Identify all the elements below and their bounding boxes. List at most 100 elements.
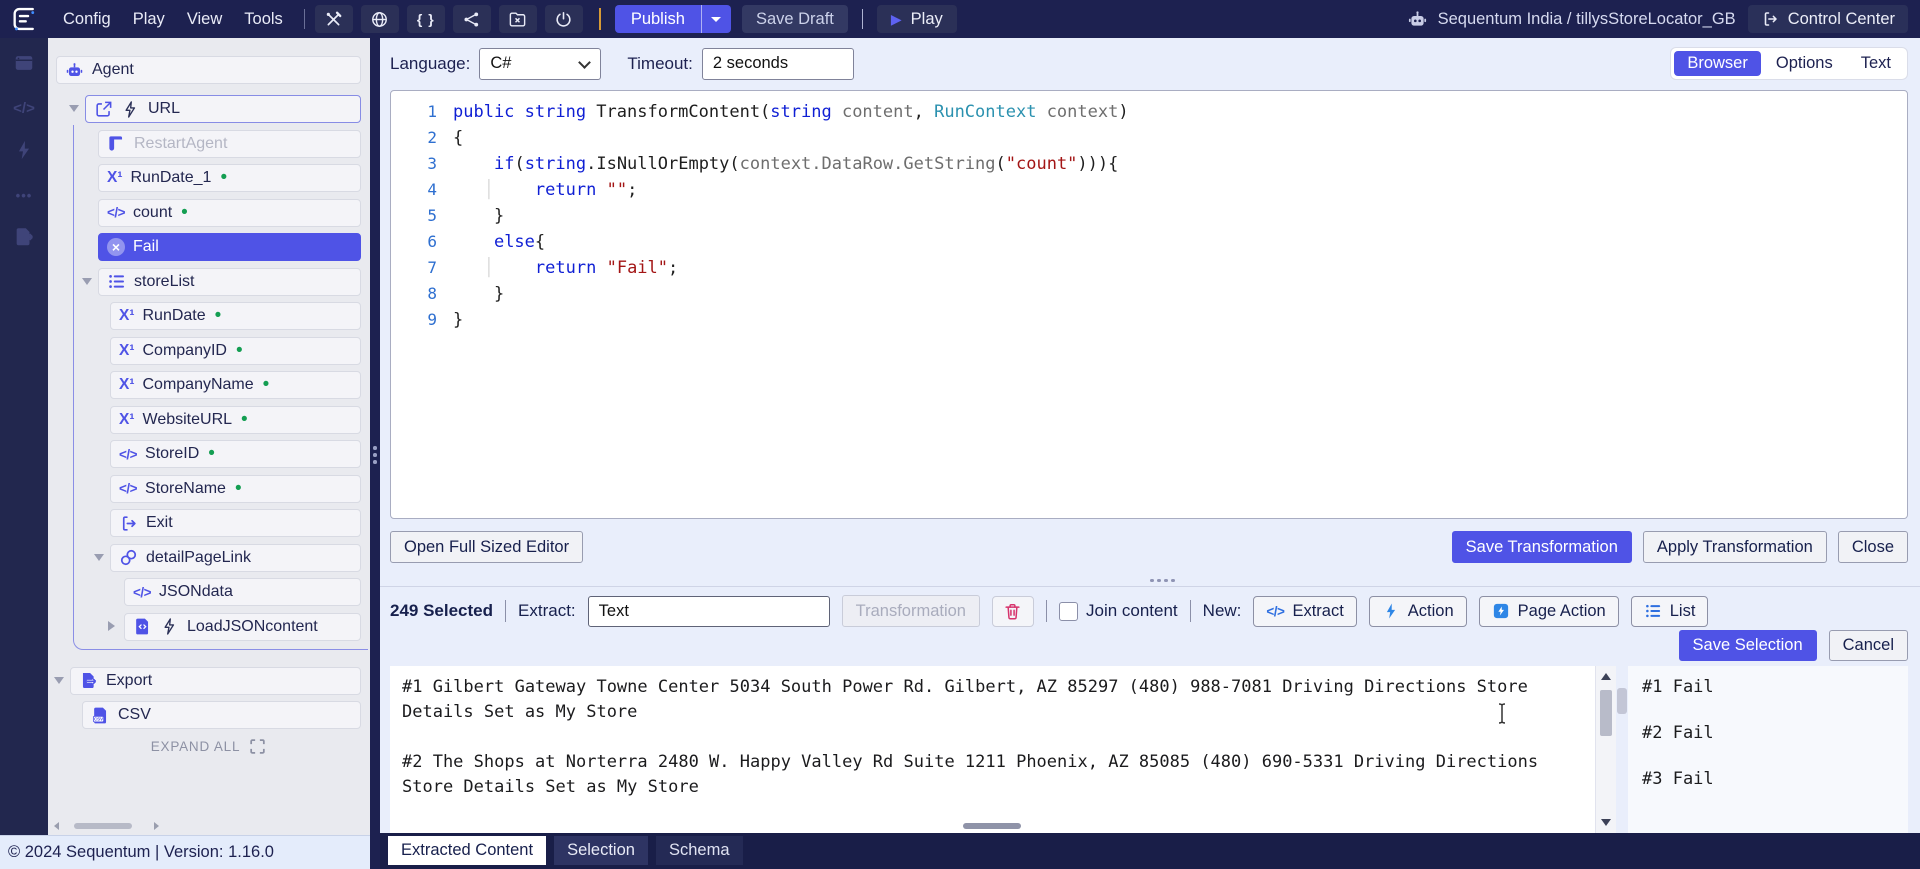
folder-x-icon — [508, 10, 527, 29]
caret-down-icon — [711, 17, 721, 22]
tree-item-label: RestartAgent — [134, 135, 227, 153]
open-full-editor-button[interactable]: Open Full Sized Editor — [390, 531, 583, 563]
view-tab-browser[interactable]: Browser — [1674, 51, 1761, 76]
code-editor[interactable]: 1public string TransformContent(string c… — [390, 90, 1908, 519]
panel-splitter-vertical[interactable] — [370, 38, 380, 869]
folder-x-button[interactable] — [499, 5, 537, 33]
scroll-right-icon[interactable] — [154, 822, 159, 830]
power-button[interactable] — [545, 5, 583, 33]
new-page-action-button[interactable]: Page Action — [1479, 596, 1619, 627]
braces-button[interactable]: { } — [407, 5, 445, 33]
tree-row-RunDate: X¹RunDate• — [110, 302, 361, 330]
tree-item-RunDate[interactable]: X¹RunDate• — [110, 302, 361, 330]
extracted-content-area[interactable]: #1 Gilbert Gateway Towne Center 5034 Sou… — [390, 666, 1595, 833]
tab-extracted-content[interactable]: Extracted Content — [388, 836, 546, 865]
tree-horizontal-scrollbar[interactable] — [50, 820, 364, 832]
tree-item-JSONdata[interactable]: </>JSONdata — [124, 578, 361, 606]
rail-code-rail-icon[interactable]: </> — [13, 100, 35, 118]
configured-dot-icon: • — [215, 311, 222, 321]
divider — [1190, 600, 1191, 622]
tree-item-WebsiteURL[interactable]: X¹WebsiteURL• — [110, 406, 361, 434]
scroll-down-icon[interactable] — [1601, 819, 1611, 826]
menu-tools[interactable]: Tools — [233, 10, 294, 29]
scroll-up-icon[interactable] — [1601, 673, 1611, 680]
rail-window-icon[interactable] — [13, 52, 35, 79]
workflow-button[interactable] — [453, 5, 491, 33]
menu-play[interactable]: Play — [122, 10, 176, 29]
rail-bolt-rail-icon[interactable] — [13, 139, 35, 166]
tree-item-label: CSV — [118, 706, 151, 724]
tools-button[interactable] — [315, 5, 353, 33]
code-line: } — [453, 281, 504, 307]
x1-icon: X¹ — [119, 376, 135, 394]
tree-item-count[interactable]: </>count• — [98, 199, 361, 227]
tree-item-CompanyName[interactable]: X¹CompanyName• — [110, 371, 361, 399]
join-content-checkbox[interactable] — [1059, 602, 1078, 621]
timeout-label: Timeout: — [627, 54, 693, 74]
link-icon — [119, 548, 138, 567]
timeout-input[interactable] — [702, 48, 854, 80]
save-draft-button[interactable]: Save Draft — [742, 5, 848, 33]
delete-button[interactable] — [992, 596, 1034, 627]
cancel-button[interactable]: Cancel — [1829, 630, 1908, 661]
tree-item-storeList[interactable]: storeList — [98, 268, 361, 296]
lightning-icon — [121, 100, 140, 119]
divider-handle[interactable] — [1617, 688, 1627, 714]
tree-item-Agent[interactable]: Agent — [56, 56, 361, 84]
transformation-button[interactable]: Transformation — [842, 595, 980, 627]
publish-dropdown-button[interactable] — [701, 5, 731, 33]
publish-button[interactable]: Publish — [615, 5, 701, 33]
apply-transformation-button[interactable]: Apply Transformation — [1643, 531, 1827, 563]
close-button[interactable]: Close — [1838, 531, 1908, 563]
code-line: { — [453, 125, 463, 151]
expand-all-button[interactable]: EXPAND ALL — [48, 737, 370, 756]
control-center-button[interactable]: Control Center — [1748, 5, 1908, 33]
tree-item-StoreID[interactable]: </>StoreID• — [110, 440, 361, 468]
rail-dots-icon[interactable]: ••• — [16, 187, 33, 205]
new-list-button[interactable]: List — [1631, 596, 1709, 627]
line-number: 6 — [391, 229, 453, 255]
view-tab-text[interactable]: Text — [1848, 51, 1904, 76]
tree-item-RestartAgent[interactable]: RestartAgent — [98, 130, 361, 158]
globe-button[interactable] — [361, 5, 399, 33]
tree-row-Agent: Agent — [56, 56, 361, 84]
language-select[interactable]: C# — [479, 48, 601, 80]
save-transformation-button[interactable]: Save Transformation — [1452, 531, 1632, 563]
tree-item-CSV[interactable]: CSVCSV — [82, 701, 361, 729]
app-logo — [10, 5, 38, 33]
tree-item-StoreName[interactable]: </>StoreName• — [110, 475, 361, 503]
tree-item-CompanyID[interactable]: X¹CompanyID• — [110, 337, 361, 365]
selected-count: 249 Selected — [390, 601, 493, 621]
tree-item-Export[interactable]: Export — [70, 667, 361, 695]
tab-selection[interactable]: Selection — [554, 836, 648, 865]
save-selection-button[interactable]: Save Selection — [1679, 630, 1817, 661]
new-action-button[interactable]: Action — [1369, 596, 1467, 627]
view-mode-tabs: BrowserOptionsText — [1670, 47, 1908, 80]
extract-input[interactable] — [588, 596, 830, 627]
horizontal-scrollbar-thumb[interactable] — [963, 823, 1021, 829]
scroll-left-icon[interactable] — [54, 822, 59, 830]
menu-view[interactable]: View — [176, 10, 233, 29]
view-tab-options[interactable]: Options — [1763, 51, 1846, 76]
scrollbar-thumb[interactable] — [1600, 690, 1612, 736]
tree-item-LoadJSONcontent[interactable]: LoadJSONcontent — [124, 613, 361, 641]
tree-item-RunDate_1[interactable]: X¹RunDate_1• — [98, 164, 361, 192]
tree-item-Fail[interactable]: ×Fail — [98, 233, 361, 261]
configured-dot-icon: • — [208, 449, 215, 459]
pane-divider[interactable] — [1616, 666, 1628, 833]
tree-item-Exit[interactable]: Exit — [110, 509, 361, 537]
tab-schema[interactable]: Schema — [656, 836, 743, 865]
panel-splitter-horizontal[interactable] — [1150, 579, 1175, 583]
play-icon: ▶ — [891, 11, 902, 28]
new-extract-button[interactable]: </>Extract — [1253, 596, 1356, 627]
chevron-down-icon[interactable] — [69, 105, 79, 112]
tree-item-detailPageLink[interactable]: detailPageLink — [110, 544, 361, 572]
vertical-scrollbar[interactable] — [1595, 666, 1616, 833]
tree-row-storeList: storeList — [98, 268, 361, 296]
scrollbar-thumb[interactable] — [74, 823, 132, 829]
play-button[interactable]: ▶ Play — [877, 5, 957, 33]
chevron-down-icon[interactable] — [54, 677, 64, 684]
tree-item-URL[interactable]: URL — [85, 95, 361, 123]
rail-export-rail-icon[interactable] — [13, 226, 35, 253]
menu-config[interactable]: Config — [52, 10, 122, 29]
